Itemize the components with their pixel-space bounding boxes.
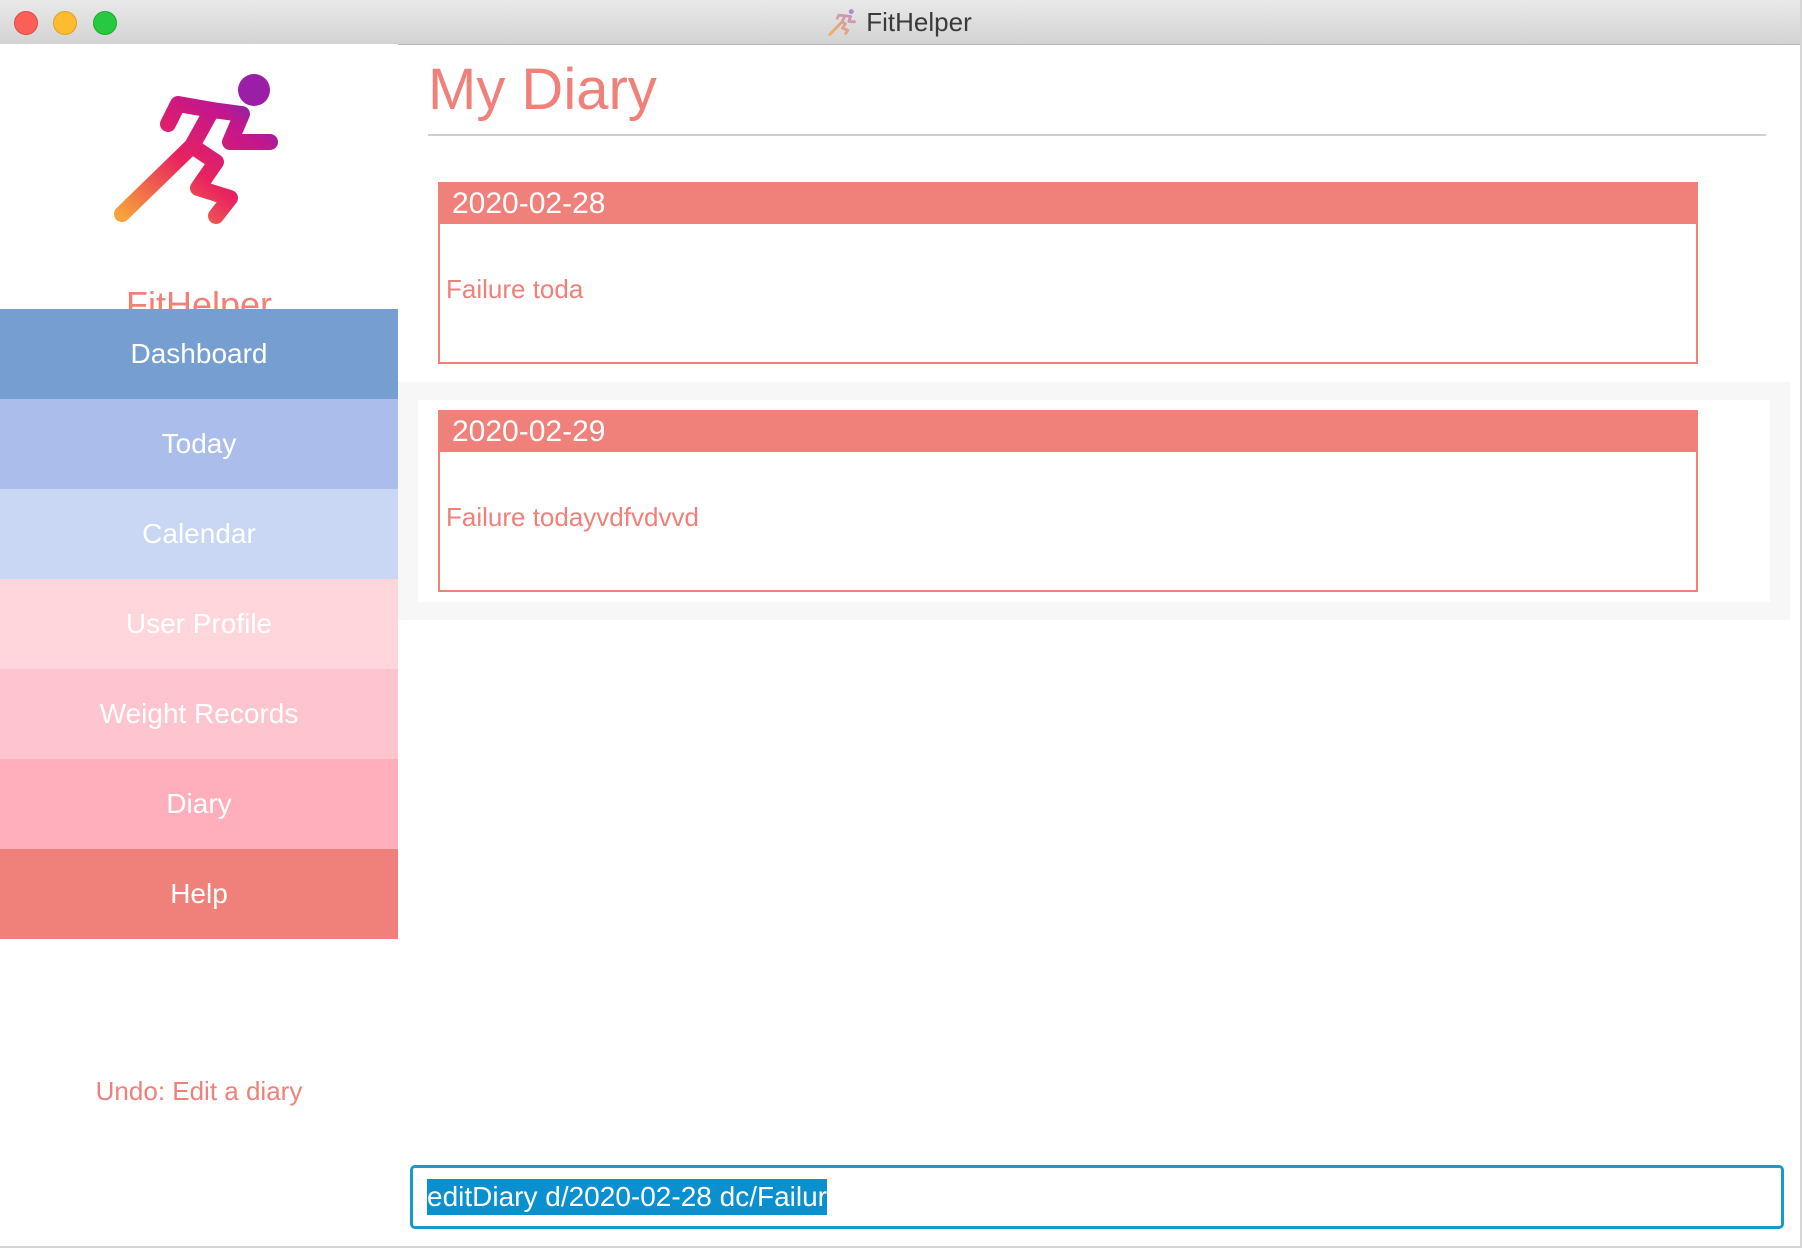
sidebar-item-label: User Profile [125, 608, 273, 639]
sidebar-item-calendar[interactable]: Calendar [0, 489, 398, 579]
title-wrap: FitHelper [0, 0, 1800, 44]
sidebar: FitHelper Dashboard Today Calendar User … [0, 44, 398, 1246]
result-status-message: Undo: Edit a diary [95, 1076, 303, 1106]
sidebar-item-dashboard[interactable]: Dashboard [0, 309, 398, 399]
sidebar-item-weight-records[interactable]: Weight Records [0, 669, 398, 759]
sidebar-item-help[interactable]: Help [0, 849, 398, 939]
command-input[interactable]: editDiary d/2020-02-28 dc/Failur [410, 1165, 1784, 1229]
diary-row[interactable]: 2020-02-28 Failure toda [398, 164, 1790, 382]
main-panel: My Diary 2020-02-28 Failure toda 2020-02… [398, 44, 1800, 1246]
sidebar-item-label: Weight Records [99, 698, 299, 729]
diary-date: 2020-02-28 [440, 184, 1696, 224]
title-divider [428, 134, 1766, 136]
command-input-text: editDiary d/2020-02-28 dc/Failur [427, 1179, 827, 1215]
sidebar-item-label: Diary [166, 788, 232, 819]
sidebar-item-label: Dashboard [130, 338, 268, 369]
page-title: My Diary [428, 57, 657, 122]
diary-card[interactable]: 2020-02-28 Failure toda [438, 182, 1698, 364]
sidebar-item-label: Today [161, 428, 237, 459]
runner-icon [828, 9, 857, 36]
diary-card-shell: 2020-02-28 Failure toda [398, 182, 1790, 364]
diary-content: Failure toda [446, 274, 584, 304]
sidebar-item-label: Calendar [142, 518, 256, 549]
sidebar-item-label: Help [170, 878, 228, 909]
diary-content: Failure todayvdfvdvvd [446, 502, 699, 532]
window-title: FitHelper [866, 6, 972, 37]
diary-row-selected[interactable]: 2020-02-29 Failure todayvdfvdvvd [398, 382, 1790, 620]
sidebar-item-user-profile[interactable]: User Profile [0, 579, 398, 669]
app-window: FitHelper FitHelper Dashboard Today Cale… [0, 0, 1802, 1248]
diary-list[interactable]: 2020-02-28 Failure toda 2020-02-29 Failu… [398, 164, 1790, 620]
runner-logo-icon [114, 74, 278, 224]
sidebar-item-today[interactable]: Today [0, 399, 398, 489]
sidebar-nav: Dashboard Today Calendar User Profile We… [0, 309, 398, 939]
diary-date: 2020-02-29 [440, 412, 1696, 452]
title-bar: FitHelper [0, 0, 1800, 45]
diary-card[interactable]: 2020-02-29 Failure todayvdfvdvvd [438, 410, 1698, 592]
sidebar-item-diary[interactable]: Diary [0, 759, 398, 849]
diary-card-shell: 2020-02-29 Failure todayvdfvdvvd [418, 400, 1770, 602]
